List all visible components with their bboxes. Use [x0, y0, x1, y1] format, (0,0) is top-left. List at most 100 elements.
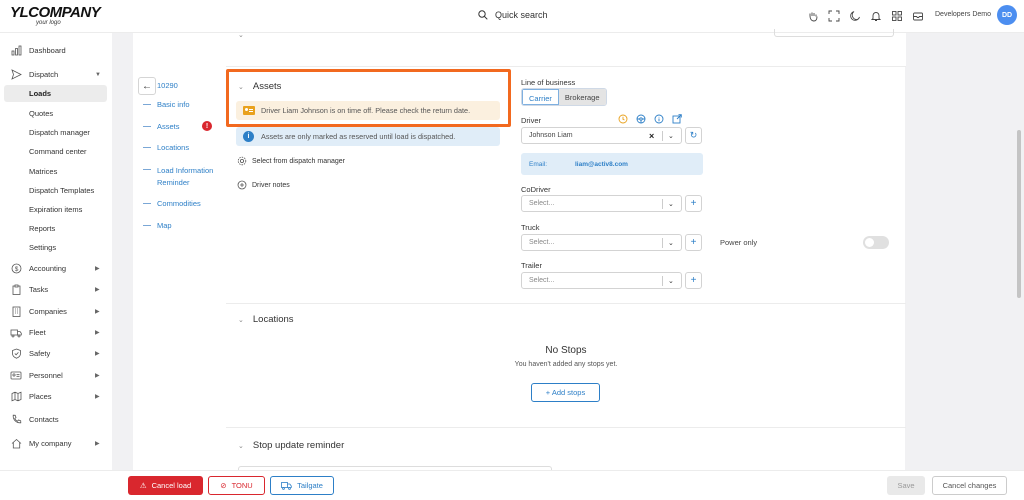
warning-icon: ⚠	[139, 481, 147, 490]
building-icon	[10, 306, 22, 318]
sidebar-item-my-company[interactable]: My company ▶	[0, 435, 112, 452]
bell-icon[interactable]	[869, 9, 883, 23]
assets-warning-badge: !	[202, 121, 212, 131]
no-stops-text: You haven't added any stops yet.	[514, 361, 618, 368]
truck-placeholder: Select...	[529, 239, 555, 246]
cancel-load-button[interactable]: ⚠ Cancel load	[128, 476, 203, 495]
add-codriver-button[interactable]: +	[685, 195, 702, 212]
sidebar-item-safety[interactable]: Safety ▶	[0, 345, 112, 362]
driver-notes-button[interactable]: Driver notes	[237, 180, 290, 190]
driver-select[interactable]: Johnson Liam × ⌄	[521, 127, 682, 144]
lob-carrier-option[interactable]: Carrier	[522, 89, 559, 105]
locations-section-header[interactable]: ⌄ Locations	[238, 314, 294, 325]
trailer-label: Trailer	[521, 261, 542, 270]
chevron-down-icon[interactable]: ⌄	[668, 277, 674, 285]
shield-icon	[10, 348, 22, 360]
sidebar-active-highlight	[4, 85, 107, 102]
anchor-commodities[interactable]: Commodities	[157, 199, 201, 208]
quick-search[interactable]: Quick search	[478, 10, 548, 20]
hand-icon[interactable]	[806, 9, 820, 23]
sidebar-item-command-center[interactable]: Command center	[29, 147, 87, 156]
id-card-icon	[10, 370, 22, 382]
sidebar-item-dispatch-templates[interactable]: Dispatch Templates	[29, 186, 94, 195]
divider	[662, 131, 663, 141]
sidebar-item-reports[interactable]: Reports	[29, 224, 55, 233]
scrollbar[interactable]	[1017, 130, 1021, 298]
clock-icon[interactable]	[618, 114, 628, 124]
sidebar-item-label: Dashboard	[29, 46, 66, 55]
highlight-box	[226, 69, 511, 127]
add-truck-button[interactable]: +	[685, 234, 702, 251]
refresh-driver-button[interactable]: ↻	[685, 127, 702, 144]
add-trailer-button[interactable]: +	[685, 272, 702, 289]
divider	[662, 199, 663, 209]
sidebar-item-quotes[interactable]: Quotes	[29, 109, 53, 118]
anchor-basic-info[interactable]: Basic info	[157, 100, 190, 109]
anchor-locations[interactable]: Locations	[157, 143, 189, 152]
sidebar-item-places[interactable]: Places ▶	[0, 388, 112, 405]
clear-icon[interactable]: ×	[649, 131, 654, 141]
inbox-icon[interactable]	[911, 9, 925, 23]
cancel-load-label: Cancel load	[151, 481, 192, 490]
line-of-business-toggle[interactable]: Carrier Brokerage	[521, 88, 607, 106]
codriver-select[interactable]: Select... ⌄	[521, 195, 682, 212]
locations-title: Locations	[252, 314, 294, 325]
sidebar-item-contacts[interactable]: Contacts	[0, 411, 112, 428]
sidebar-item-tasks[interactable]: Tasks ▶	[0, 281, 112, 298]
save-button[interactable]: Save	[887, 476, 925, 495]
dollar-icon: $	[10, 263, 22, 275]
company-logo[interactable]: YLCOMPANY your logo	[10, 5, 101, 26]
trailer-select[interactable]: Select... ⌄	[521, 272, 682, 289]
sidebar-item-accounting[interactable]: $ Accounting ▶	[0, 260, 112, 277]
apps-grid-icon[interactable]	[890, 9, 904, 23]
sidebar-item-settings[interactable]: Settings	[29, 243, 56, 252]
truck-icon	[10, 327, 22, 339]
sidebar-item-fleet[interactable]: Fleet ▶	[0, 324, 112, 341]
moon-icon[interactable]	[848, 9, 862, 23]
sidebar-item-companies[interactable]: Companies ▶	[0, 303, 112, 320]
anchor-assets[interactable]: Assets	[157, 122, 180, 131]
chevron-down-icon[interactable]: ⌄	[668, 200, 674, 208]
basic-info-field[interactable]	[774, 29, 894, 37]
load-id-link[interactable]: 10290	[157, 81, 178, 90]
sidebar-item-matrices[interactable]: Matrices	[29, 167, 57, 176]
avatar[interactable]: DD	[997, 5, 1017, 25]
sidebar-item-personnel[interactable]: Personnel ▶	[0, 367, 112, 384]
plus-icon: +	[690, 198, 697, 209]
email-value[interactable]: liam@activ8.com	[575, 161, 628, 168]
tailgate-button[interactable]: Tailgate	[270, 476, 334, 495]
divider	[662, 276, 663, 286]
power-only-toggle[interactable]	[863, 236, 889, 249]
user-name[interactable]: Developers Demo	[935, 11, 991, 18]
chevron-down-icon[interactable]: ⌄	[668, 132, 674, 140]
anchor-load-info-reminder[interactable]: Load Information Reminder	[157, 165, 219, 189]
sidebar-item-dispatch[interactable]: Dispatch ▼	[0, 66, 112, 83]
driver-label: Driver	[521, 116, 541, 125]
tailgate-label: Tailgate	[297, 481, 323, 490]
codriver-label: CoDriver	[521, 185, 551, 194]
stop-update-section-header[interactable]: ⌄ Stop update reminder	[238, 440, 344, 451]
sidebar-item-loads[interactable]: Loads	[29, 89, 51, 98]
back-button[interactable]: ←	[138, 77, 156, 95]
select-from-dispatch-manager[interactable]: Select from dispatch manager	[237, 156, 345, 166]
fullscreen-icon[interactable]	[827, 9, 841, 23]
info-circle-icon[interactable]	[654, 114, 664, 124]
add-stops-button[interactable]: + Add stops	[531, 383, 600, 402]
sidebar-item-label: Personnel	[29, 371, 63, 380]
quick-search-label: Quick search	[495, 10, 548, 20]
truck-select[interactable]: Select... ⌄	[521, 234, 682, 251]
sidebar-item-expiration-items[interactable]: Expiration items	[29, 205, 82, 214]
cancel-changes-button[interactable]: Cancel changes	[932, 476, 1007, 495]
sidebar-item-dashboard[interactable]: Dashboard	[0, 42, 112, 59]
tonu-button[interactable]: ⊘ TONU	[208, 476, 265, 495]
chevron-right-icon: ▶	[95, 309, 100, 315]
steering-wheel-icon[interactable]	[636, 114, 646, 124]
chevron-right-icon: ▶	[95, 287, 100, 293]
anchor-map[interactable]: Map	[157, 221, 172, 230]
sidebar-item-dispatch-manager[interactable]: Dispatch manager	[29, 128, 90, 137]
external-edit-icon[interactable]	[672, 114, 682, 124]
lob-brokerage-option[interactable]: Brokerage	[558, 89, 606, 105]
truck-icon	[281, 482, 292, 490]
anchor-dash	[143, 147, 151, 148]
chevron-down-icon[interactable]: ⌄	[668, 239, 674, 247]
